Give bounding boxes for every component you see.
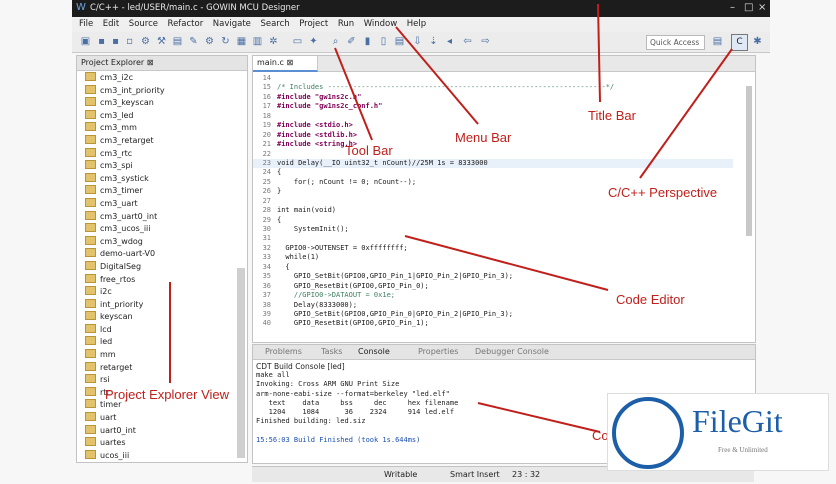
label-perspective: C/C++ Perspective	[608, 185, 718, 200]
tool-bar-arrow	[334, 47, 373, 141]
label-code-editor: Code Editor	[616, 292, 685, 307]
label-tool-bar: Tool Bar	[345, 143, 393, 158]
code-editor-arrow	[404, 235, 609, 291]
filegit-logo-icon	[612, 397, 684, 469]
console-arrow	[477, 402, 601, 433]
title-bar-arrow	[597, 3, 601, 103]
perspective-arrow	[639, 48, 733, 179]
watermark-tagline: Free & Unlimited	[718, 446, 768, 454]
watermark-name: FileGit	[692, 403, 783, 439]
label-project-explorer: Project Explorer View	[105, 387, 230, 402]
label-title-bar: Title Bar	[588, 108, 636, 123]
filegit-watermark: FileGit Free & Unlimited	[607, 393, 829, 471]
label-menu-bar: Menu Bar	[455, 130, 512, 145]
menu-bar-arrow	[395, 26, 479, 125]
